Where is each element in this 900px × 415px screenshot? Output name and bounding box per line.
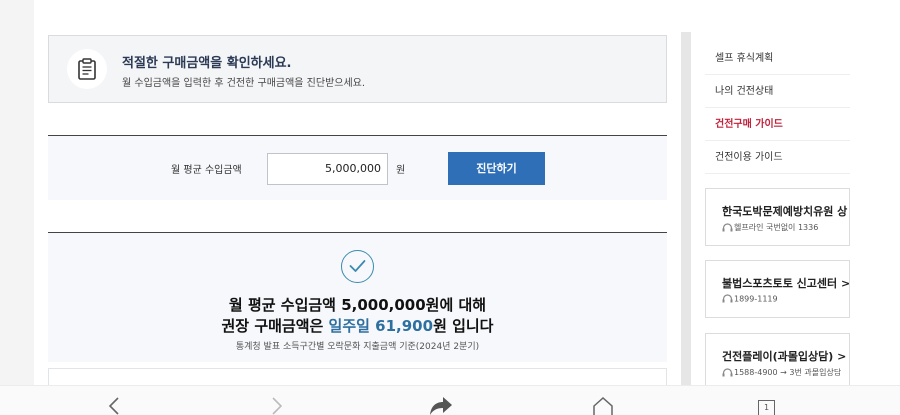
card-healthy-play[interactable]: 건전플레이(과몰입상담) > 1588-4900 → 3번 과몰입상담 bbox=[705, 333, 850, 391]
headset-icon bbox=[722, 294, 733, 303]
result-line-1: 월 평균 수입금액 5,000,000원에 대해 bbox=[228, 296, 487, 314]
sidebar-item-self-rest-plan[interactable]: 셀프 휴식계획 bbox=[705, 42, 850, 75]
headset-icon bbox=[722, 367, 733, 376]
income-label: 월 평균 수입금액 bbox=[171, 165, 242, 176]
card-phone-text: 1899-1119 bbox=[734, 294, 778, 304]
card-title: 한국도박문제예방치유원 상 bbox=[722, 205, 848, 218]
card-gambling-prevention[interactable]: 한국도박문제예방치유원 상 헬프라인 국번없이 1336 bbox=[705, 188, 850, 246]
share-icon[interactable] bbox=[427, 396, 453, 415]
next-section bbox=[48, 368, 667, 385]
back-icon[interactable] bbox=[107, 396, 121, 415]
diagnose-button[interactable]: 진단하기 bbox=[448, 152, 545, 185]
home-icon[interactable] bbox=[592, 396, 614, 415]
card-illegal-sports-report[interactable]: 불법스포츠토토 신고센터 > 1899-1119 bbox=[705, 260, 850, 318]
sidebar-item-purchase-guide[interactable]: 건전구매 가이드 bbox=[705, 108, 850, 141]
result-line-2-suffix: 원 입니다 bbox=[433, 317, 494, 335]
result-source: 통계청 발표 소득구간별 오락문화 지출금액 기준(2024년 2분기) bbox=[235, 342, 480, 352]
page: 적절한 구매금액을 확인하세요. 월 수입금액을 입력한 후 건전한 구매금액을… bbox=[0, 0, 900, 415]
headset-icon bbox=[722, 222, 733, 231]
notice-description: 월 수입금액을 입력한 후 건전한 구매금액을 진단받으세요. bbox=[122, 78, 366, 89]
card-phone-text: 1588-4900 → 3번 과몰입상담 bbox=[734, 368, 842, 377]
result-box: 월 평균 수입금액 5,000,000원에 대해 권장 구매금액은 일주일 61… bbox=[48, 232, 667, 362]
sidebar-item-my-status[interactable]: 나의 건전상태 bbox=[705, 75, 850, 108]
main-content: 적절한 구매금액을 확인하세요. 월 수입금액을 입력한 후 건전한 구매금액을… bbox=[48, 0, 668, 385]
tabs-button[interactable]: 1 bbox=[758, 400, 775, 415]
clipboard-icon bbox=[67, 49, 107, 89]
notice-box: 적절한 구매금액을 확인하세요. 월 수입금액을 입력한 후 건전한 구매금액을… bbox=[48, 35, 667, 103]
check-circle-icon bbox=[341, 250, 374, 283]
card-phone: 1899-1119 bbox=[722, 294, 778, 304]
left-margin bbox=[0, 0, 34, 385]
browser-toolbar: 1 bbox=[0, 385, 900, 415]
income-unit: 원 bbox=[396, 165, 406, 176]
income-input[interactable]: 5,000,000 bbox=[267, 153, 388, 185]
column-divider bbox=[681, 32, 691, 385]
result-line-2: 권장 구매금액은 일주일 61,900원 입니다 bbox=[48, 315, 667, 336]
card-phone: 1588-4900 → 3번 과몰입상담 bbox=[722, 367, 841, 378]
card-title: 건전플레이(과몰입상담) > bbox=[722, 350, 847, 363]
right-margin bbox=[850, 32, 900, 385]
sidebar: 셀프 휴식계획 나의 건전상태 건전구매 가이드 건전이용 가이드 한국도박문제… bbox=[705, 40, 850, 391]
sidebar-item-usage-guide[interactable]: 건전이용 가이드 bbox=[705, 141, 850, 174]
card-phone-text: 헬프라인 국번없이 1336 bbox=[734, 223, 819, 232]
card-phone: 헬프라인 국번없이 1336 bbox=[722, 222, 818, 233]
recommended-amount: 일주일 61,900 bbox=[328, 317, 434, 335]
forward-icon[interactable] bbox=[270, 396, 284, 415]
result-line-2-prefix: 권장 구매금액은 bbox=[221, 317, 329, 335]
notice-title: 적절한 구매금액을 확인하세요. bbox=[122, 56, 292, 71]
card-title: 불법스포츠토토 신고센터 > bbox=[722, 277, 850, 290]
income-form: 월 평균 수입금액 5,000,000 원 진단하기 bbox=[48, 135, 667, 200]
